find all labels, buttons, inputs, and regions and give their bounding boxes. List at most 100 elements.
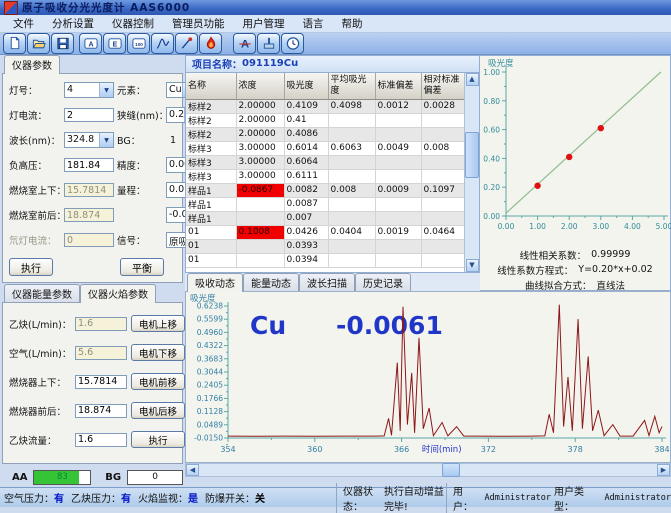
d2-lamp-current-field: [64, 233, 114, 247]
svg-text:5.00: 5.00: [656, 222, 671, 231]
tab-instrument-flame[interactable]: 仪器火焰参数: [80, 284, 156, 303]
svg-text:0.40: 0.40: [483, 154, 500, 163]
signal-lever-button[interactable]: [175, 33, 198, 54]
acetylene-flow-field[interactable]: [75, 433, 127, 447]
meter-e-button[interactable]: E: [103, 33, 126, 54]
col-header-4[interactable]: 标准偏差: [375, 73, 421, 100]
cell: 0.1008: [236, 225, 284, 239]
dynamics-chart: 吸光度0.62380.55990.49600.43220.36830.30440…: [186, 292, 670, 462]
balance-button[interactable]: 平衡: [120, 258, 164, 276]
svg-text:0.60: 0.60: [483, 126, 500, 135]
col-header-5[interactable]: 相对标准偏差: [421, 73, 466, 100]
lamp-no-label: 灯号：: [9, 83, 61, 97]
burner-fb-field[interactable]: [75, 404, 127, 418]
table-row[interactable]: 010.0394: [186, 253, 466, 267]
meter-a-icon: A: [83, 36, 99, 51]
air-field: [75, 346, 127, 360]
tab-instrument-energy[interactable]: 仪器能量参数: [4, 284, 80, 302]
chevron-down-icon[interactable]: ▼: [99, 133, 113, 147]
motor-up-button[interactable]: 电机上移: [131, 315, 185, 332]
instrument-status-value: 执行自动增益完毕!: [384, 483, 446, 513]
table-row[interactable]: 样品10.007: [186, 211, 466, 225]
table-row[interactable]: 标样33.000000.6111: [186, 169, 466, 183]
tab-instrument-params[interactable]: 仪器参数: [4, 55, 60, 74]
status-flag-2: 火焰监视：是: [138, 490, 198, 505]
lamp-no-select[interactable]: 4▼: [64, 82, 114, 98]
table-row[interactable]: 标样33.000000.6064: [186, 155, 466, 169]
col-header-2[interactable]: 吸光度: [284, 73, 328, 100]
wavelength-a-button[interactable]: A: [233, 33, 256, 54]
motor-down-button[interactable]: 电机下移: [131, 344, 185, 361]
svg-text:100: 100: [135, 42, 143, 47]
cell: [328, 197, 375, 211]
clock-button[interactable]: [281, 33, 304, 54]
table-row[interactable]: 标样33.000000.60140.60630.00490.008: [186, 141, 466, 155]
table-row[interactable]: 样品10.0087: [186, 197, 466, 211]
chart-horizontal-scrollbar[interactable]: ◀ ▶: [185, 463, 671, 477]
cell: [421, 239, 466, 253]
svg-text:354: 354: [220, 445, 235, 454]
menu-item-6[interactable]: 帮助: [333, 15, 372, 32]
svg-text:384: 384: [654, 445, 669, 454]
scroll-left-arrow-icon[interactable]: ◀: [186, 464, 199, 476]
burner-button[interactable]: [257, 33, 280, 54]
cell: 0.0049: [375, 141, 421, 155]
motor-backward-button[interactable]: 电机后移: [131, 402, 185, 419]
flame-row: 燃烧器前后：电机后移: [9, 398, 178, 423]
cell: [375, 169, 421, 183]
instrument-status-label: 仪器状态：: [343, 483, 380, 513]
svg-text:0.00: 0.00: [483, 212, 500, 221]
scroll-right-arrow-icon[interactable]: ▶: [657, 464, 670, 476]
cell: 0.0393: [284, 239, 328, 253]
table-row[interactable]: 标样22.000000.4086: [186, 127, 466, 141]
table-row[interactable]: 010.10080.04260.04040.00190.0464: [186, 225, 466, 239]
menu-item-0[interactable]: 文件: [4, 15, 43, 32]
peak-scan-button[interactable]: [151, 33, 174, 54]
d2-lamp-current-label: 氘灯电流：: [9, 233, 61, 247]
flame-params-page: 乙炔(L/min)：电机上移空气(L/min)：电机下移燃烧器上下：电机前移燃烧…: [2, 302, 183, 464]
meter-100-button[interactable]: 100: [127, 33, 150, 54]
cell: [236, 197, 284, 211]
menu-item-4[interactable]: 用户管理: [234, 15, 294, 32]
svg-text:0.80: 0.80: [483, 97, 500, 106]
param-row: 灯电流：狭缝(nm)：0.2▼: [9, 104, 178, 126]
col-header-3[interactable]: 平均吸光度: [328, 73, 375, 100]
table-row[interactable]: 010.0393: [186, 239, 466, 253]
tab-dynamics-0[interactable]: 吸收动态: [187, 273, 243, 292]
tab-dynamics-2[interactable]: 波长扫描: [299, 273, 355, 291]
instrument-params-panel: 灯号：4▼元素：Cu▼灯电流：狭缝(nm)：0.2▼波长(nm)：324.8▼B…: [2, 73, 183, 283]
menu-item-2[interactable]: 仪器控制: [103, 15, 163, 32]
table-row[interactable]: 标样22.000000.41: [186, 113, 466, 127]
col-header-1[interactable]: 浓度: [236, 73, 284, 100]
hscroll-thumb[interactable]: [442, 463, 460, 477]
motor-forward-button[interactable]: 电机前移: [131, 373, 185, 390]
flame-button[interactable]: [199, 33, 222, 54]
wavelength-select[interactable]: 324.8▼: [64, 132, 114, 148]
tab-dynamics-1[interactable]: 能量动态: [243, 273, 299, 291]
range-high-label: 量程：: [117, 183, 163, 197]
tab-dynamics-3[interactable]: 历史记录: [355, 273, 411, 291]
burner-ud-field[interactable]: [75, 375, 127, 389]
scroll-up-arrow-icon[interactable]: ▲: [466, 73, 479, 86]
execute-flame-button[interactable]: 执行: [131, 431, 185, 448]
new-file-button[interactable]: [3, 33, 26, 54]
menu-item-1[interactable]: 分析设置: [43, 15, 103, 32]
save-button[interactable]: [51, 33, 74, 54]
open-folder-button[interactable]: [27, 33, 50, 54]
neg-high-voltage-field[interactable]: [64, 158, 114, 172]
execute-button[interactable]: 执行: [9, 258, 53, 276]
menu-item-3[interactable]: 管理员功能: [163, 15, 234, 32]
col-header-0[interactable]: 名称: [186, 73, 236, 100]
scroll-down-arrow-icon[interactable]: ▼: [466, 259, 479, 272]
lamp-current-field[interactable]: [64, 108, 114, 122]
scroll-thumb[interactable]: [465, 132, 479, 178]
menu-item-5[interactable]: 语言: [294, 15, 333, 32]
table-vertical-scrollbar[interactable]: ▲ ▼: [464, 73, 479, 272]
cell: [328, 113, 375, 127]
status-flags: 空气压力：有乙炔压力：有火焰监视：是防爆开关：关: [0, 490, 336, 505]
chevron-down-icon[interactable]: ▼: [99, 83, 113, 97]
meter-a-button[interactable]: A: [79, 33, 102, 54]
bg-energy-box: 0: [127, 470, 183, 485]
table-row[interactable]: 标样22.000000.41090.40980.00120.0028: [186, 99, 466, 113]
table-row[interactable]: 样品1-0.08670.00820.0080.00090.1097: [186, 183, 466, 197]
